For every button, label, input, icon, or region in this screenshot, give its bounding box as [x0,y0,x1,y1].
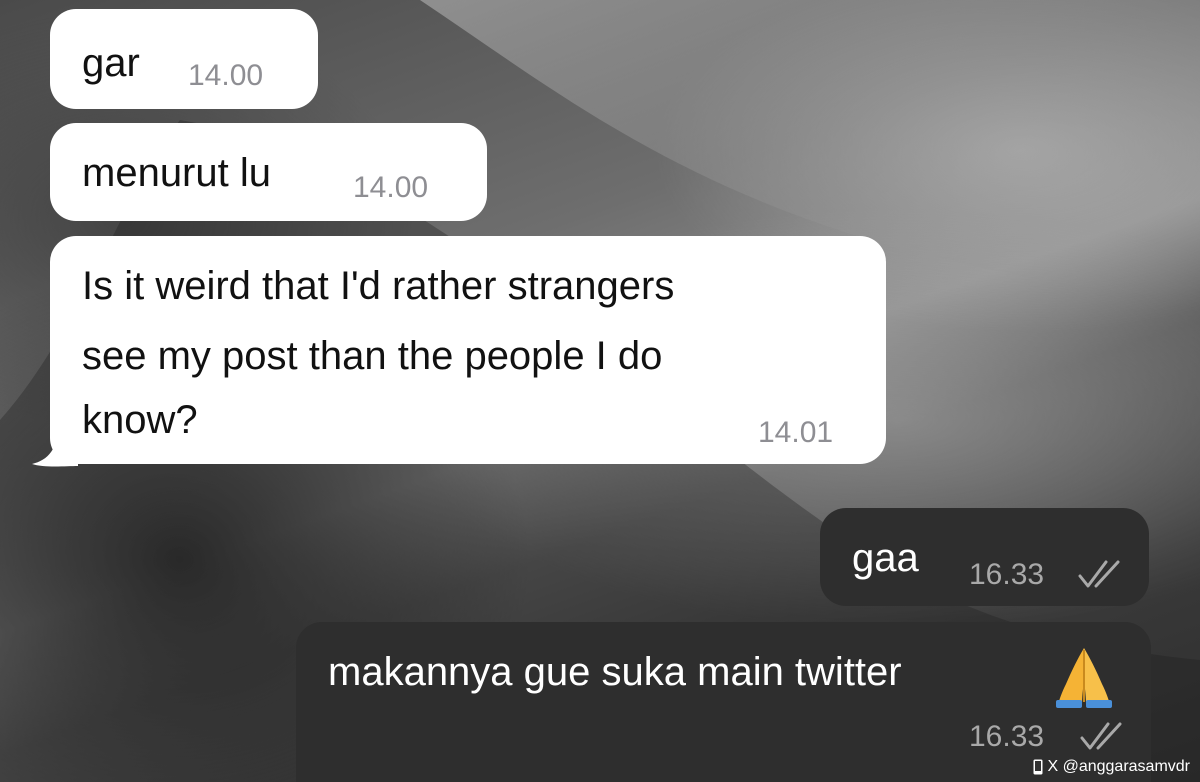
message-text-line: Is it weird that I'd rather strangers [82,264,675,308]
message-text: gaa [852,536,919,580]
outgoing-message-bubble[interactable]: makannya gue suka main twitter 16.33 [296,622,1151,782]
incoming-message-bubble[interactable]: gar 14.00 [50,9,318,109]
message-time: 14.00 [188,59,264,92]
message-time: 14.01 [758,416,834,449]
phone-icon [1033,759,1043,775]
incoming-message-bubble[interactable]: menurut lu 14.00 [50,123,487,221]
double-check-icon [1078,560,1120,588]
double-check-icon [1080,722,1122,750]
message-text: makannya gue suka main twitter [328,650,902,694]
message-time: 16.33 [969,558,1045,591]
outgoing-message-bubble[interactable]: gaa 16.33 [820,508,1149,606]
incoming-message-bubble[interactable]: Is it weird that I'd rather strangers se… [50,236,886,464]
message-time: 14.00 [353,171,429,204]
message-time: 16.33 [969,720,1045,753]
message-text-line: see my post than the people I do [82,334,663,378]
folded-hands-emoji [1056,648,1112,708]
watermark: X @anggarasamvdr [1033,758,1190,776]
message-text: menurut lu [82,151,271,195]
message-text-line: know? [82,398,198,442]
watermark-text: X @anggarasamvdr [1047,758,1190,775]
message-text: gar [82,41,140,85]
